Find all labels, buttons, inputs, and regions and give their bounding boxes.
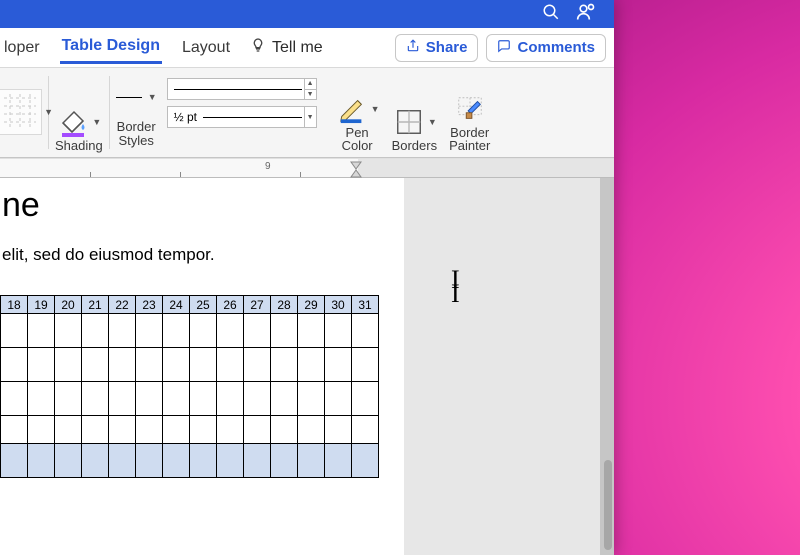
chevron-down-icon: ▼ [371, 104, 380, 114]
table-header-cell[interactable]: 26 [217, 296, 244, 314]
chevron-down-icon: ▼ [44, 107, 53, 117]
pen-color-button[interactable]: ▼ Pen Color [335, 92, 380, 153]
tab-developer-partial[interactable]: loper [2, 33, 42, 63]
borders-grid-icon [392, 105, 426, 139]
ruler-margin-shade [358, 159, 614, 177]
table-row[interactable] [1, 314, 379, 348]
comments-button[interactable]: Comments [486, 34, 606, 62]
shading-button[interactable]: ▼ Shading [55, 105, 103, 153]
table-header-cell[interactable]: 27 [244, 296, 271, 314]
borders-button[interactable]: ▼ Borders [392, 105, 438, 153]
table-header-cell[interactable]: 25 [190, 296, 217, 314]
border-painter-group: Border Painter [443, 68, 496, 157]
ribbon-tabs-row: loper Table Design Layout Tell me Share [0, 28, 614, 68]
table-row[interactable] [1, 382, 379, 416]
page-right-margin [404, 178, 600, 555]
comments-label: Comments [517, 39, 595, 56]
calendar-table[interactable]: 18 19 20 21 22 23 24 25 26 27 28 29 30 3… [0, 295, 379, 478]
tab-table-design[interactable]: Table Design [60, 31, 162, 64]
table-row[interactable] [1, 444, 379, 478]
body-text-fragment[interactable]: elit, sed do eiusmod tempor. [0, 225, 404, 265]
bucket-icon [56, 105, 90, 139]
table-header-cell[interactable]: 23 [136, 296, 163, 314]
table-header-cell[interactable]: 20 [55, 296, 82, 314]
spinner-down-icon[interactable]: ▼ [304, 90, 316, 100]
border-styles-label: Border Styles [117, 120, 156, 147]
line-weight-dropdown[interactable]: ½ pt ▼ [167, 106, 317, 128]
table-row[interactable] [1, 348, 379, 382]
paintbrush-icon [453, 92, 487, 126]
tell-me-search[interactable]: Tell me [250, 37, 323, 58]
line-style-dropdown[interactable]: ▲ ▼ [167, 78, 317, 100]
chevron-down-icon: ▼ [92, 117, 101, 127]
share-label: Share [426, 39, 468, 56]
table-header-row: 18 19 20 21 22 23 24 25 26 27 28 29 30 3… [1, 296, 379, 314]
chevron-down-icon[interactable]: ▼ [304, 107, 316, 127]
border-styles-group: ▼ Border Styles ▲ ▼ ½ pt ▼ [110, 68, 329, 157]
table-header-cell[interactable]: 22 [109, 296, 136, 314]
table-header-cell[interactable]: 21 [82, 296, 109, 314]
share-button[interactable]: Share [395, 34, 479, 62]
search-icon[interactable] [542, 3, 560, 26]
ruler-number: 9 [265, 161, 271, 172]
pen-color-group: ▼ Pen Color [329, 68, 386, 157]
horizontal-ruler[interactable]: 9 [0, 158, 614, 178]
title-bar [0, 0, 614, 28]
shading-label: Shading [55, 139, 103, 153]
spinner-up-icon[interactable]: ▲ [304, 79, 316, 90]
line-weight-value: ½ pt [174, 110, 197, 124]
lightbulb-icon [250, 37, 266, 58]
tell-me-label: Tell me [272, 39, 323, 57]
pen-icon [335, 92, 369, 126]
page[interactable]: ne elit, sed do eiusmod tempor. 18 19 20… [0, 178, 404, 555]
pen-color-label: Pen Color [342, 126, 373, 153]
table-header-cell[interactable]: 30 [325, 296, 352, 314]
comments-icon [497, 39, 511, 57]
chevron-down-icon: ▼ [428, 117, 437, 127]
ribbon: ▼ ▼ Shading [0, 68, 614, 158]
table-row[interactable] [1, 416, 379, 444]
share-icon [406, 39, 420, 57]
table-header-cell[interactable]: 28 [271, 296, 298, 314]
border-painter-button[interactable]: Border Painter [449, 92, 490, 153]
table-header-cell[interactable]: 31 [352, 296, 379, 314]
document-viewport[interactable]: ne elit, sed do eiusmod tempor. 18 19 20… [0, 178, 614, 555]
table-styles-partial: ▼ [0, 68, 48, 157]
border-painter-label: Border Painter [449, 126, 490, 153]
border-styles-button[interactable]: ▼ Border Styles [116, 74, 157, 147]
account-presence-icon[interactable] [576, 2, 596, 27]
borders-label: Borders [392, 139, 438, 153]
vertical-scrollbar[interactable] [604, 460, 612, 550]
tab-layout[interactable]: Layout [180, 33, 232, 63]
table-header-cell[interactable]: 29 [298, 296, 325, 314]
line-style-preview [116, 97, 142, 98]
table-header-cell[interactable]: 19 [28, 296, 55, 314]
table-header-cell[interactable]: 24 [163, 296, 190, 314]
chevron-down-icon: ▼ [148, 92, 157, 102]
heading-fragment[interactable]: ne [0, 178, 404, 225]
table-header-cell[interactable]: 18 [1, 296, 28, 314]
borders-group: ▼ Borders [386, 68, 444, 157]
word-window: loper Table Design Layout Tell me Share [0, 0, 614, 555]
table-style-gallery-button[interactable]: ▼ [0, 89, 42, 135]
shading-group: ▼ Shading [49, 68, 109, 157]
